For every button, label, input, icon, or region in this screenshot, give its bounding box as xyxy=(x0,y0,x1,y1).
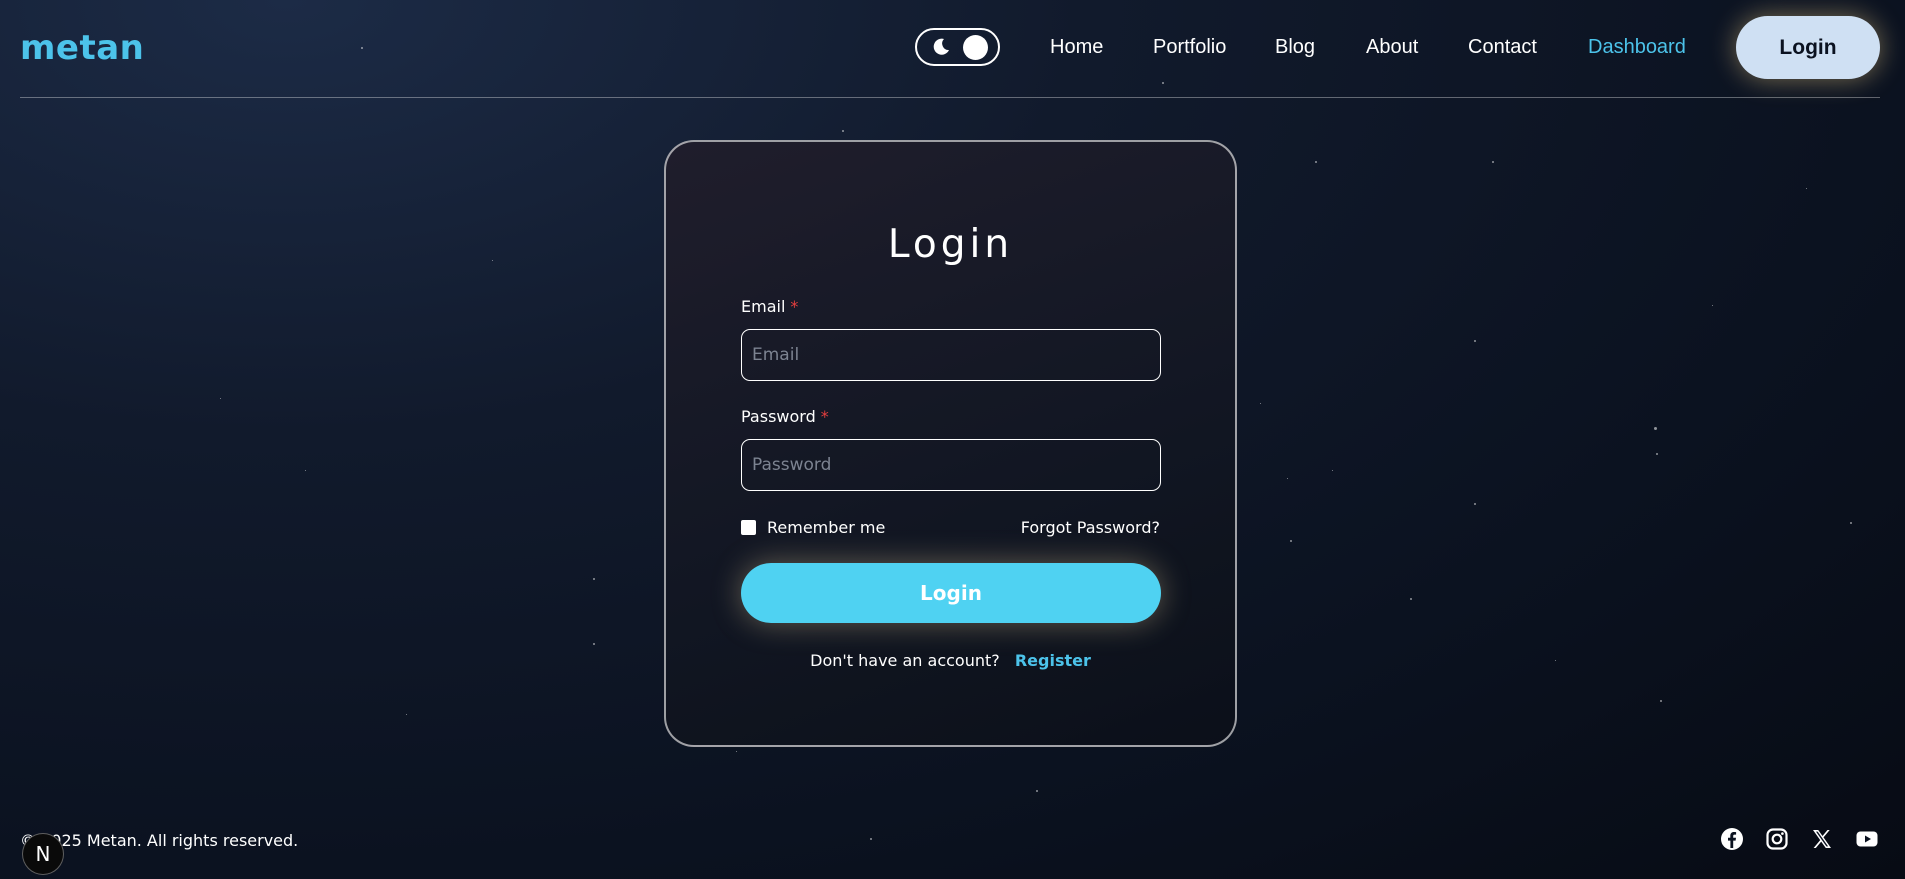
register-prompt: Don't have an account? xyxy=(810,651,1000,670)
nav-about[interactable]: About xyxy=(1366,36,1418,59)
theme-toggle[interactable] xyxy=(915,28,1000,66)
brand-logo[interactable]: metan xyxy=(20,28,144,68)
nav-home[interactable]: Home xyxy=(1050,36,1103,59)
next-dev-badge[interactable]: N xyxy=(22,833,64,875)
remember-me[interactable]: Remember me xyxy=(741,518,885,537)
email-input[interactable] xyxy=(741,329,1161,381)
register-link[interactable]: Register xyxy=(1015,651,1091,670)
header-login-button[interactable]: Login xyxy=(1736,16,1880,79)
facebook-icon[interactable] xyxy=(1720,827,1744,851)
login-title: Login xyxy=(887,222,1014,267)
x-icon[interactable] xyxy=(1810,827,1834,851)
password-label: Password * xyxy=(741,407,829,426)
forgot-password-link[interactable]: Forgot Password? xyxy=(1021,518,1160,537)
instagram-icon[interactable] xyxy=(1765,827,1789,851)
email-label-text: Email xyxy=(741,297,786,316)
remember-me-label: Remember me xyxy=(767,518,886,537)
password-label-text: Password xyxy=(741,407,816,426)
nav-portfolio[interactable]: Portfolio xyxy=(1153,36,1226,59)
login-card: Login Email* Password* Remember me Forgo… xyxy=(664,140,1237,747)
youtube-icon[interactable] xyxy=(1855,827,1879,851)
register-row: Don't have an account? Register xyxy=(666,651,1235,670)
top-navbar: metan Home Portfolio Blog About Contact … xyxy=(20,0,1880,98)
nav-contact[interactable]: Contact xyxy=(1468,36,1537,59)
remember-me-checkbox[interactable] xyxy=(741,520,756,535)
email-label: Email * xyxy=(741,297,798,316)
toggle-knob xyxy=(963,35,988,60)
required-mark: * xyxy=(820,407,829,426)
nav-blog[interactable]: Blog xyxy=(1275,36,1315,59)
login-submit-button[interactable]: Login xyxy=(741,563,1161,623)
password-input[interactable] xyxy=(741,439,1161,491)
nav-dashboard[interactable]: Dashboard xyxy=(1588,36,1686,59)
moon-icon xyxy=(933,38,949,55)
required-mark: * xyxy=(790,297,799,316)
